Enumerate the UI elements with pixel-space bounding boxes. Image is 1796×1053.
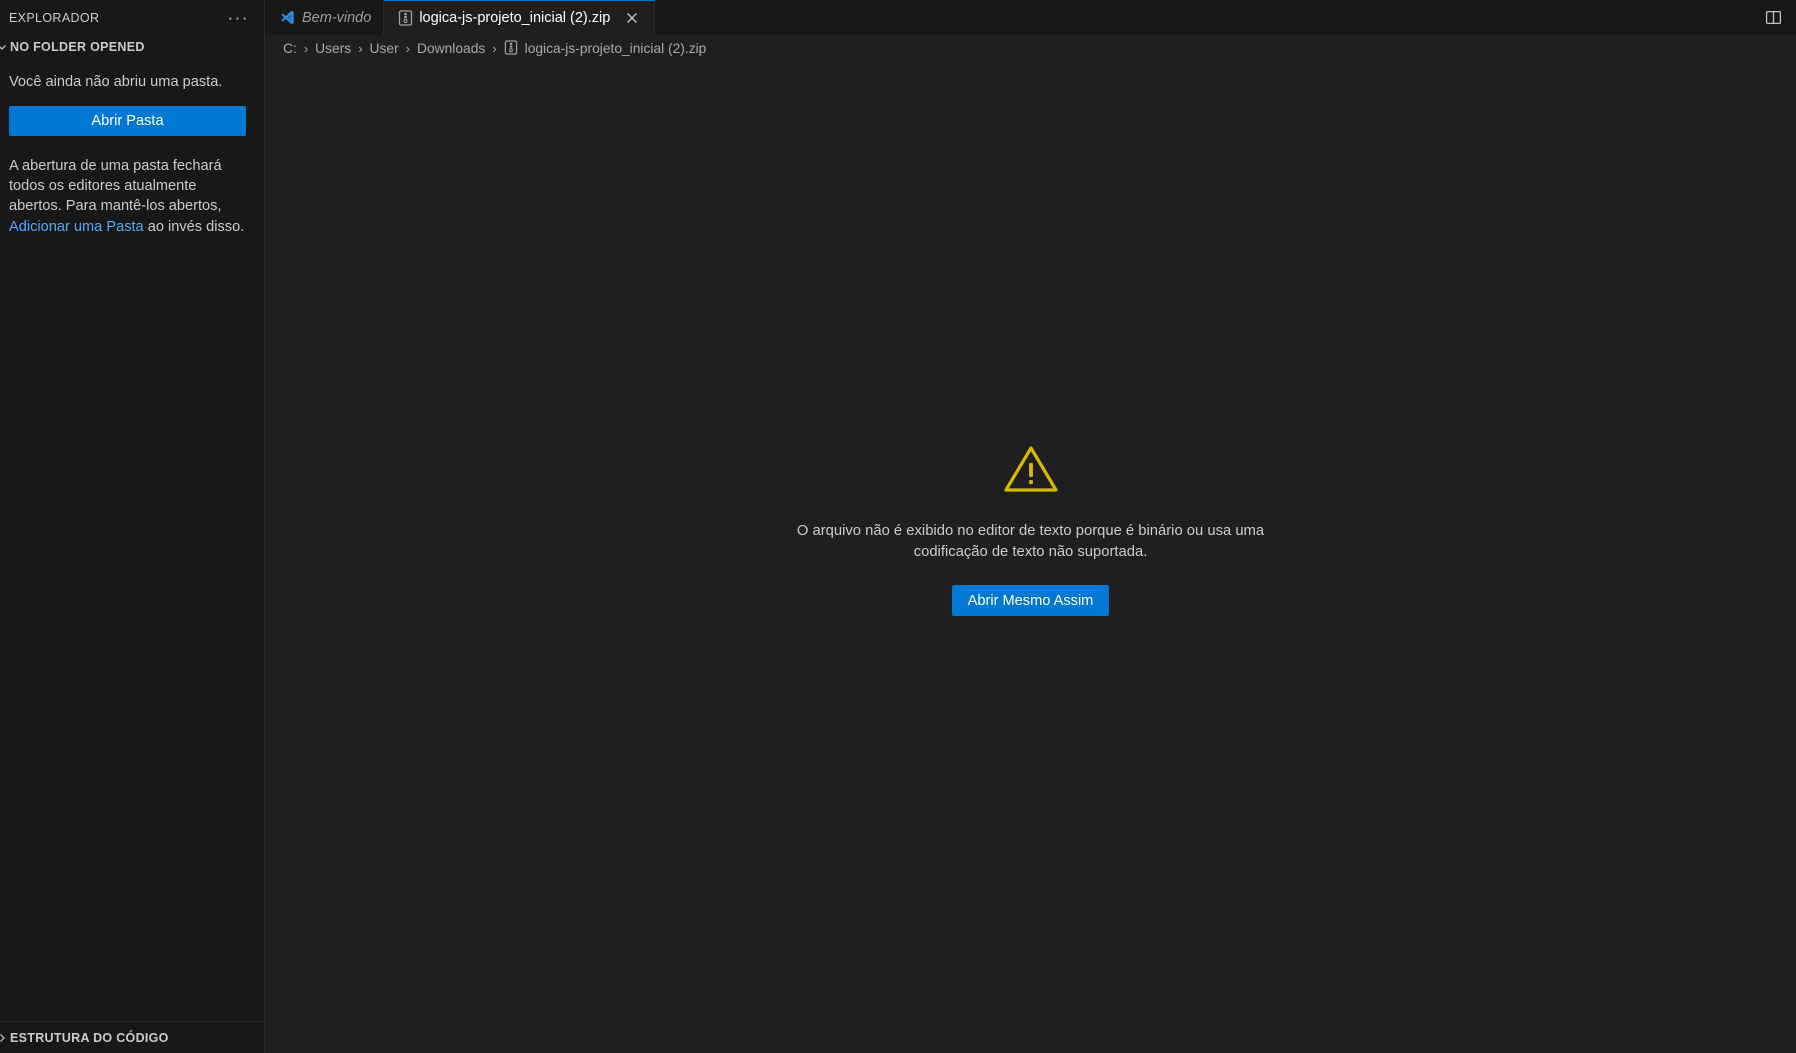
open-folder-button[interactable]: Abrir Pasta <box>9 106 246 137</box>
close-icon[interactable] <box>622 8 642 28</box>
tab-bem-vindo[interactable]: Bem-vindo <box>265 0 385 35</box>
add-folder-info-after: ao invés disso. <box>143 218 245 235</box>
no-folder-message: Você ainda não abriu uma pasta. <box>9 74 223 90</box>
vscode-window: EXPLORADOR ··· NO FOLDER OPENED Você ain… <box>0 0 1796 1053</box>
open-anyway-button[interactable]: Abrir Mesmo Assim <box>951 585 1110 616</box>
breadcrumb-label: Downloads <box>417 40 486 56</box>
explorer-empty-body: Você ainda não abriu uma pasta. Abrir Pa… <box>0 72 264 237</box>
tab-bar-spacer <box>655 0 1762 35</box>
binary-file-placeholder: O arquivo não é exibido no editor de tex… <box>265 61 1796 1053</box>
breadcrumb-item-users[interactable]: Users <box>313 41 353 56</box>
breadcrumb-item-downloads[interactable]: Downloads <box>415 41 487 56</box>
breadcrumb-item-drive[interactable]: C: <box>281 41 299 56</box>
zip-file-icon <box>504 40 519 56</box>
breadcrumb-label: User <box>369 40 399 56</box>
tab-label: logica-js-projeto_inicial (2).zip <box>419 10 611 26</box>
zip-file-icon <box>398 10 413 26</box>
editor-layout-icon[interactable] <box>1762 7 1784 29</box>
tab-bar: Bem-vindo logica-js-projeto_inicial (2).… <box>265 0 1796 35</box>
breadcrumb-separator: › <box>358 40 363 56</box>
add-folder-info-before: A abertura de uma pasta fechará todos os… <box>9 158 222 215</box>
add-folder-info: A abertura de uma pasta fechará todos os… <box>9 156 246 237</box>
chevron-down-icon <box>0 39 10 55</box>
tab-list: Bem-vindo logica-js-projeto_inicial (2).… <box>265 0 656 35</box>
ellipsis-icon[interactable]: ··· <box>225 9 252 26</box>
chevron-right-icon <box>0 1030 10 1046</box>
add-folder-link[interactable]: Adicionar uma Pasta <box>9 219 144 235</box>
explorer-header: EXPLORADOR ··· <box>0 0 264 35</box>
breadcrumb-label: C: <box>283 40 297 56</box>
breadcrumb-label: Users <box>315 40 352 56</box>
sidebar-section-code-structure[interactable]: ESTRUTURA DO CÓDIGO <box>0 1022 264 1053</box>
tab-bar-actions <box>1762 0 1796 35</box>
sidebar-section-label: NO FOLDER OPENED <box>10 39 145 54</box>
sidebar-bottom-section-label: ESTRUTURA DO CÓDIGO <box>10 1030 169 1045</box>
page-title: EXPLORADOR <box>9 10 100 25</box>
breadcrumb-label: logica-js-projeto_inicial (2).zip <box>524 40 707 56</box>
breadcrumb-item-file[interactable]: logica-js-projeto_inicial (2).zip <box>502 40 709 56</box>
sidebar-section-no-folder[interactable]: NO FOLDER OPENED <box>0 35 264 58</box>
vscode-logo-icon <box>279 9 296 26</box>
explorer-sidebar: EXPLORADOR ··· NO FOLDER OPENED Você ain… <box>0 0 265 1053</box>
breadcrumb-separator: › <box>405 40 411 56</box>
editor-area: Bem-vindo logica-js-projeto_inicial (2).… <box>265 0 1796 1053</box>
tab-label: Bem-vindo <box>302 9 372 26</box>
breadcrumb: C: › Users › User › Downloads › logica-j… <box>265 35 1796 61</box>
breadcrumb-item-user[interactable]: User <box>368 41 401 56</box>
sidebar-bottom-sections: ESTRUTURA DO CÓDIGO <box>0 1021 264 1053</box>
breadcrumb-separator: › <box>303 40 309 56</box>
binary-file-message: O arquivo não é exibido no editor de tex… <box>796 523 1265 560</box>
warning-triangle-icon <box>1003 444 1059 499</box>
breadcrumb-separator: › <box>492 40 497 56</box>
tab-logica-js-projeto-inicial-zip[interactable]: logica-js-projeto_inicial (2).zip <box>384 0 656 35</box>
